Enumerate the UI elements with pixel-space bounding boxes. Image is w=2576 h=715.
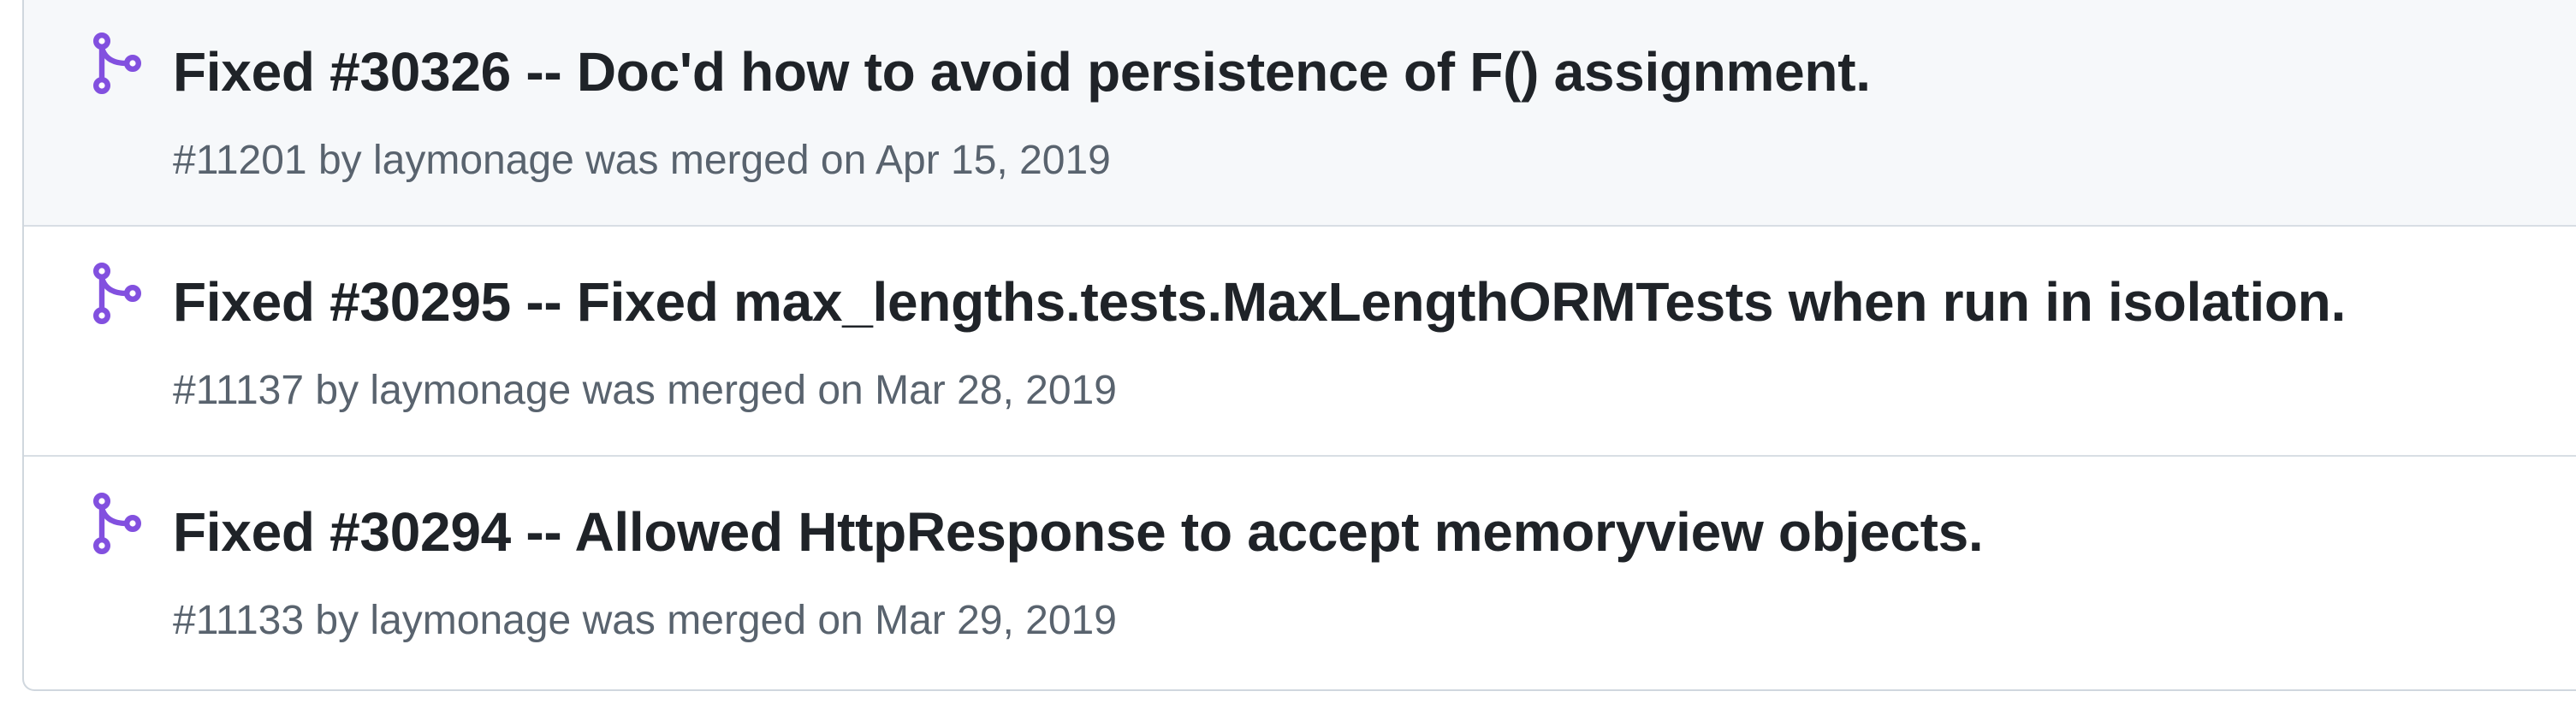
pull-request-row[interactable]: Fixed #30295 -- Fixed max_lengths.tests.… xyxy=(24,227,2576,457)
pull-request-meta: #11137 by laymonage was merged on Mar 28… xyxy=(173,368,1117,413)
pull-request-title-link[interactable]: Fixed #30326 -- Doc'd how to avoid persi… xyxy=(173,36,1871,108)
pull-request-title-link[interactable]: Fixed #30294 -- Allowed HttpResponse to … xyxy=(173,496,1984,568)
git-merge-icon xyxy=(88,493,143,554)
git-merge-icon xyxy=(88,263,143,324)
git-merge-icon xyxy=(88,32,143,94)
pull-request-row[interactable]: Fixed #30294 -- Allowed HttpResponse to … xyxy=(24,457,2576,687)
pull-request-title-link[interactable]: Fixed #30295 -- Fixed max_lengths.tests.… xyxy=(173,266,2346,338)
pull-request-meta: #11133 by laymonage was merged on Mar 29… xyxy=(173,598,1117,643)
pull-request-list: Fixed #30326 -- Doc'd how to avoid persi… xyxy=(22,0,2576,691)
pull-request-row[interactable]: Fixed #30326 -- Doc'd how to avoid persi… xyxy=(24,0,2576,227)
pull-request-meta: #11201 by laymonage was merged on Apr 15… xyxy=(173,138,1111,183)
